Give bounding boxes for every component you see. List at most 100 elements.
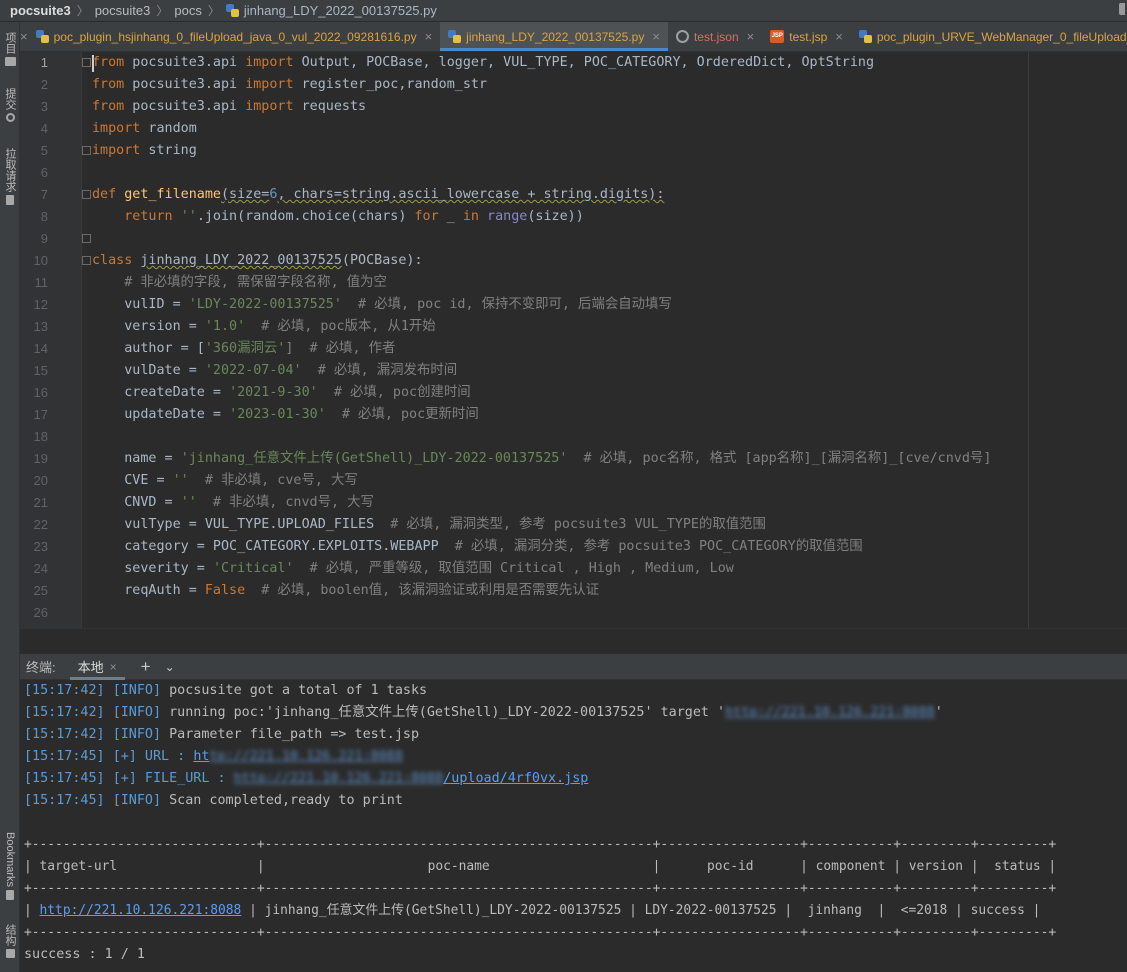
file-url-host-link[interactable]: http://221.10.126.221:8088 bbox=[234, 771, 444, 786]
line-number: 12 bbox=[33, 297, 48, 312]
terminal-line: [15:17:42] [INFO] Parameter file_path =>… bbox=[24, 727, 420, 742]
jsp-file-icon: JSP bbox=[770, 30, 785, 43]
line-number: 24 bbox=[33, 561, 48, 576]
python-file-icon bbox=[225, 4, 239, 17]
code-line-24: severity = 'Critical' # 必填, 严重等级, 取值范围 C… bbox=[92, 561, 734, 576]
code-line-14: author = ['360漏洞云'] # 必填, 作者 bbox=[92, 341, 396, 356]
tool-window-bookmarks[interactable]: Bookmarks bbox=[0, 830, 20, 901]
code-line-4: import random bbox=[92, 121, 197, 136]
tool-window-commit-label: 提交 bbox=[4, 88, 16, 110]
tool-window-structure-label: 结构 bbox=[4, 924, 16, 946]
commit-icon bbox=[5, 113, 15, 122]
fold-marker-icon[interactable] bbox=[82, 58, 91, 67]
code-line-21: CNVD = '' # 非必填, cnvd号, 大写 bbox=[92, 495, 374, 510]
terminal-title: 终端: bbox=[26, 660, 56, 675]
line-number: 18 bbox=[33, 429, 48, 444]
line-number: 10 bbox=[33, 253, 48, 268]
breadcrumb-separator: 〉 bbox=[207, 4, 220, 18]
tab-label: poc_plugin_URVE_WebManager_0_fileUpload_… bbox=[876, 29, 1127, 44]
line-number: 23 bbox=[33, 539, 48, 554]
bookmark-icon bbox=[6, 890, 14, 901]
tab-label: test.jsp bbox=[789, 29, 828, 44]
tab-close-icon[interactable]: × bbox=[652, 29, 660, 44]
tab-close-icon[interactable]: × bbox=[835, 29, 843, 44]
code-line-1: from pocsuite3.api import Output, POCBas… bbox=[92, 55, 875, 70]
code-line-10: class jinhang_LDY_2022_00137525(POCBase)… bbox=[92, 253, 423, 268]
code-line-15: vulDate = '2022-07-04' # 必填, 漏洞发布时间 bbox=[92, 363, 458, 378]
fold-marker-icon[interactable] bbox=[82, 190, 91, 199]
fold-marker-icon[interactable] bbox=[82, 256, 91, 265]
terminal-tab-label: 本地 bbox=[77, 660, 104, 675]
code-line-25: reqAuth = False # 必填, boolen值, 该漏洞验证或利用是… bbox=[92, 583, 600, 598]
line-number: 16 bbox=[33, 385, 48, 400]
line-number: 19 bbox=[33, 451, 48, 466]
tool-window-project-label: 项目 bbox=[4, 32, 16, 54]
tab-poc-plugin-urve[interactable]: poc_plugin_URVE_WebManager_0_fileUpload_… bbox=[851, 22, 1127, 51]
breadcrumb-project[interactable]: pocsuite3 bbox=[10, 3, 71, 18]
close-icon[interactable]: × bbox=[110, 660, 117, 674]
line-number: 2 bbox=[40, 77, 48, 92]
url-link[interactable]: ht bbox=[193, 749, 209, 764]
breadcrumb: pocsuite3 〉 pocsuite3 〉 pocs 〉 jinhang_L… bbox=[0, 0, 1127, 22]
panel-splitter[interactable] bbox=[20, 628, 1127, 654]
tab-label: poc_plugin_hsjinhang_0_fileUpload_java_0… bbox=[53, 29, 417, 44]
line-number-gutter: 1 2 3 4 5 6 7 8 9 10 11 12 13 14 15 16 1… bbox=[20, 52, 82, 628]
tab-close-icon[interactable]: × bbox=[747, 29, 755, 44]
code-line-17: updateDate = '2023-01-30' # 必填, poc更新时间 bbox=[92, 407, 479, 422]
fold-marker-icon[interactable] bbox=[82, 234, 91, 243]
terminal-line: [15:17:42] [INFO] running poc:'jinhang_任… bbox=[24, 705, 943, 720]
line-number: 25 bbox=[33, 583, 48, 598]
terminal-output[interactable]: [15:17:42] [INFO] pocsusite got a total … bbox=[20, 680, 1127, 972]
code-line-12: vulID = 'LDY-2022-00137525' # 必填, poc id… bbox=[92, 297, 672, 312]
result-table-border: +-----------------------------+---------… bbox=[24, 837, 1057, 852]
file-url-path-link[interactable]: /upload/4rf0vx.jsp bbox=[443, 771, 588, 786]
scan-summary: success : 1 / 1 bbox=[24, 947, 145, 962]
breadcrumb-file-label: jinhang_LDY_2022_00137525.py bbox=[243, 3, 437, 18]
tool-window-project[interactable]: 项目 bbox=[0, 30, 20, 66]
tab-close-icon[interactable]: × bbox=[20, 22, 28, 51]
tab-test-json[interactable]: test.json × bbox=[668, 22, 762, 51]
line-number: 22 bbox=[33, 517, 48, 532]
url-link-rest[interactable]: tp://221.10.126.221:8088 bbox=[209, 749, 402, 764]
code-line-2: from pocsuite3.api import register_poc,r… bbox=[92, 77, 488, 92]
tab-poc-plugin-hsjinhang[interactable]: poc_plugin_hsjinhang_0_fileUpload_java_0… bbox=[28, 22, 441, 51]
result-table-border: +-----------------------------+---------… bbox=[24, 925, 1057, 940]
terminal-tab-local[interactable]: 本地 × bbox=[69, 654, 125, 680]
result-target-url-link[interactable]: http://221.10.126.221:8088 bbox=[40, 903, 242, 918]
python-file-icon bbox=[35, 30, 49, 43]
code-line-23: category = POC_CATEGORY.EXPLOITS.WEBAPP … bbox=[92, 539, 863, 554]
line-number: 15 bbox=[33, 363, 48, 378]
left-tool-strip: 项目 提交 拉取请求 Bookmarks 结构 bbox=[0, 22, 20, 972]
chevron-down-icon[interactable]: ⌄ bbox=[165, 660, 175, 674]
line-number: 8 bbox=[40, 209, 48, 224]
tool-window-commit[interactable]: 提交 bbox=[0, 86, 20, 122]
pull-request-icon bbox=[6, 195, 14, 205]
tool-window-bookmarks-label: Bookmarks bbox=[4, 832, 16, 888]
add-terminal-button[interactable]: + bbox=[141, 657, 151, 677]
line-number: 9 bbox=[40, 231, 48, 246]
tab-close-icon[interactable]: × bbox=[425, 29, 433, 44]
code-line-22: vulType = VUL_TYPE.UPLOAD_FILES # 必填, 漏洞… bbox=[92, 517, 766, 532]
toolbar-overflow-icon[interactable] bbox=[1119, 3, 1125, 15]
terminal-line: [15:17:45] [+] URL : http://221.10.126.2… bbox=[24, 749, 403, 764]
breadcrumb-package[interactable]: pocsuite3 bbox=[95, 3, 151, 18]
result-table-row: | http://221.10.126.221:8088 | jinhang_任… bbox=[24, 903, 1041, 918]
python-file-icon bbox=[448, 30, 462, 43]
tool-window-pull-requests[interactable]: 拉取请求 bbox=[0, 146, 20, 205]
code-line-19: name = 'jinhang_任意文件上传(GetShell)_LDY-202… bbox=[92, 451, 992, 466]
tool-window-structure[interactable]: 结构 bbox=[0, 922, 20, 958]
line-number: 4 bbox=[40, 121, 48, 136]
breadcrumb-folder[interactable]: pocs bbox=[174, 3, 201, 18]
line-number: 1 bbox=[40, 55, 48, 70]
result-table-header: | target-url | poc-name | poc-id | compo… bbox=[24, 859, 1057, 874]
code-line-7: def get_filename(size=6, chars=string.as… bbox=[92, 187, 665, 202]
target-url-link[interactable]: http://221.10.126.221:8088 bbox=[725, 705, 935, 720]
tab-test-jsp[interactable]: JSP test.jsp × bbox=[762, 22, 851, 51]
code-editor[interactable]: 1 2 3 4 5 6 7 8 9 10 11 12 13 14 15 16 1… bbox=[20, 52, 1127, 628]
breadcrumb-file[interactable]: jinhang_LDY_2022_00137525.py bbox=[225, 3, 437, 18]
tab-label: test.json bbox=[693, 29, 739, 44]
line-number: 20 bbox=[33, 473, 48, 488]
fold-marker-icon[interactable] bbox=[82, 146, 91, 155]
tab-jinhang-ldy[interactable]: jinhang_LDY_2022_00137525.py × bbox=[440, 22, 668, 51]
result-table-border: +-----------------------------+---------… bbox=[24, 881, 1057, 896]
